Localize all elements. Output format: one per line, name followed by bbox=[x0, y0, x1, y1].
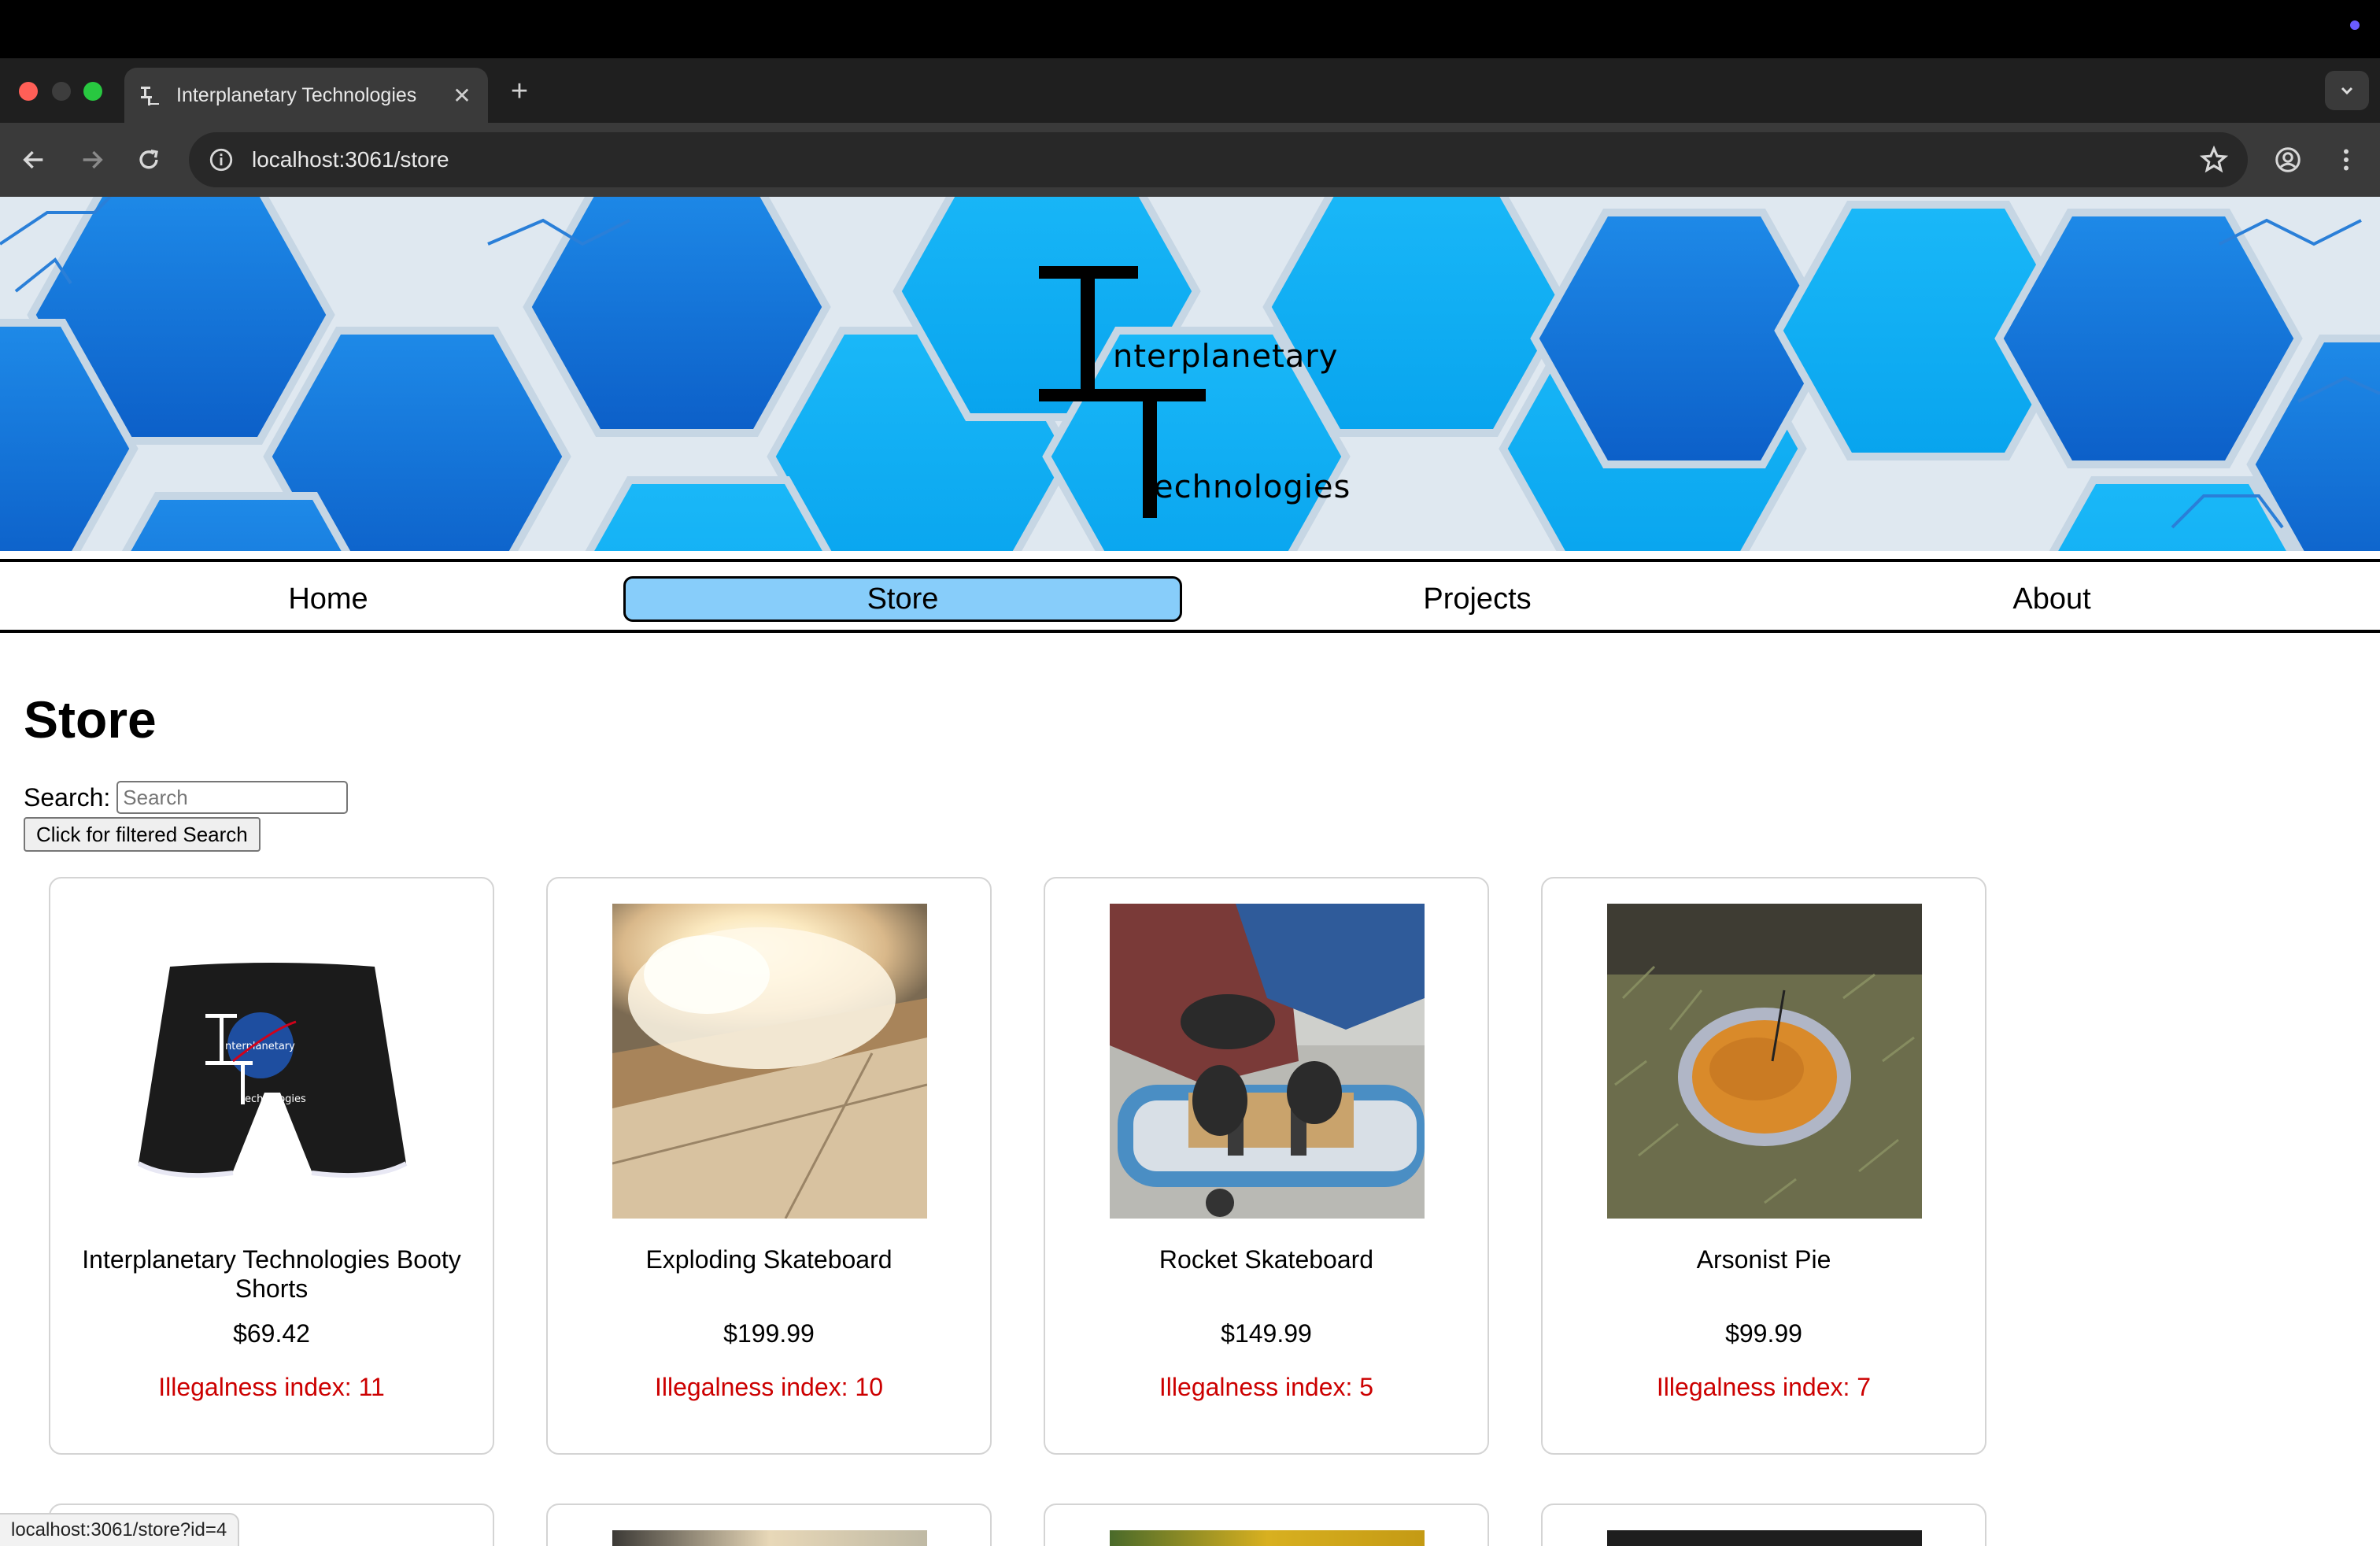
back-button[interactable] bbox=[16, 142, 52, 178]
product-name: Exploding Skateboard bbox=[645, 1245, 893, 1274]
os-menu-bar bbox=[0, 0, 2380, 58]
product-price: $149.99 bbox=[1221, 1319, 1312, 1348]
minimize-window-button[interactable] bbox=[52, 82, 71, 101]
close-tab-icon[interactable]: ✕ bbox=[450, 83, 474, 109]
product-card-partial[interactable] bbox=[1541, 1503, 1986, 1546]
main-navigation: Home Store Projects About bbox=[0, 559, 2380, 633]
product-price: $69.42 bbox=[233, 1319, 310, 1348]
more-vertical-icon bbox=[2344, 149, 2349, 171]
product-image-partial[interactable] bbox=[612, 1530, 927, 1546]
url-text: localhost:3061/store bbox=[252, 147, 449, 172]
link-status-tooltip: localhost:3061/store?id=4 bbox=[0, 1513, 240, 1546]
browser-menu-button[interactable] bbox=[2328, 142, 2364, 178]
site-info-icon[interactable] bbox=[208, 146, 235, 173]
new-tab-button[interactable]: + bbox=[504, 76, 535, 107]
svg-text:nterplanetary: nterplanetary bbox=[225, 1041, 295, 1052]
browser-tabstrip: Interplanetary Technologies ✕ + bbox=[0, 58, 2380, 123]
product-card[interactable]: Exploding Skateboard $199.99 Illegalness… bbox=[546, 877, 992, 1455]
product-image-shorts[interactable]: nterplanetary echnologies bbox=[115, 904, 430, 1219]
product-name: Arsonist Pie bbox=[1696, 1245, 1831, 1274]
product-image-explosion[interactable] bbox=[612, 904, 927, 1219]
reload-button[interactable] bbox=[131, 142, 167, 178]
nav-projects-link[interactable]: Projects bbox=[1198, 576, 1757, 622]
reload-icon bbox=[139, 149, 158, 169]
bookmark-star-icon[interactable] bbox=[2199, 145, 2229, 175]
nav-about-link[interactable]: About bbox=[1772, 576, 2331, 622]
browser-tab[interactable]: Interplanetary Technologies ✕ bbox=[124, 68, 488, 123]
logo-text-technologies: echnologies bbox=[1154, 469, 1351, 505]
product-name: Rocket Skateboard bbox=[1159, 1245, 1374, 1274]
filtered-search-button[interactable]: Click for filtered Search bbox=[24, 817, 261, 852]
profile-button[interactable] bbox=[2270, 142, 2306, 178]
site-logo: nterplanetary echnologies bbox=[1039, 266, 1369, 518]
web-page: nterplanetary echnologies Home Store Pro… bbox=[0, 197, 2380, 1546]
illegalness-index: Illegalness index: 11 bbox=[158, 1373, 385, 1401]
svg-text:echnologies: echnologies bbox=[245, 1093, 306, 1105]
browser-toolbar: localhost:3061/store bbox=[0, 123, 2380, 197]
forward-button[interactable] bbox=[74, 142, 110, 178]
site-favicon-icon bbox=[139, 83, 162, 107]
search-row: Search: bbox=[24, 781, 349, 814]
tab-title: Interplanetary Technologies bbox=[176, 83, 417, 106]
address-bar[interactable]: localhost:3061/store bbox=[189, 132, 2248, 187]
nav-home-link[interactable]: Home bbox=[49, 576, 608, 622]
search-label: Search: bbox=[24, 782, 111, 812]
product-image-rocket-skateboard[interactable] bbox=[1110, 904, 1425, 1219]
illegalness-index: Illegalness index: 5 bbox=[1159, 1373, 1374, 1401]
product-image-partial[interactable] bbox=[1110, 1530, 1425, 1546]
arrow-right-icon bbox=[83, 150, 103, 169]
status-indicator-icon bbox=[2350, 20, 2360, 30]
product-card[interactable]: Rocket Skateboard $149.99 Illegalness in… bbox=[1044, 877, 1489, 1455]
search-input[interactable] bbox=[116, 781, 349, 814]
close-window-button[interactable] bbox=[19, 82, 38, 101]
illegalness-index: Illegalness index: 10 bbox=[655, 1373, 883, 1401]
product-price: $99.99 bbox=[1725, 1319, 1802, 1348]
site-banner: nterplanetary echnologies bbox=[0, 197, 2380, 551]
product-card[interactable]: Arsonist Pie $99.99 Illegalness index: 7 bbox=[1541, 877, 1986, 1455]
page-title: Store bbox=[24, 690, 157, 749]
maximize-window-button[interactable] bbox=[83, 82, 102, 101]
product-card-partial[interactable] bbox=[546, 1503, 992, 1546]
nav-store-link[interactable]: Store bbox=[623, 576, 1182, 622]
illegalness-index: Illegalness index: 7 bbox=[1656, 1373, 1872, 1401]
arrow-left-icon bbox=[23, 150, 43, 169]
profile-icon bbox=[2275, 147, 2301, 172]
product-image-arsonist-pie[interactable] bbox=[1607, 904, 1922, 1219]
product-image-partial[interactable] bbox=[1607, 1530, 1922, 1546]
product-price: $199.99 bbox=[723, 1319, 815, 1348]
product-name: Interplanetary Technologies Booty Shorts bbox=[82, 1245, 461, 1303]
logo-text-interplanetary: nterplanetary bbox=[1113, 338, 1339, 375]
tab-search-button[interactable] bbox=[2325, 71, 2369, 110]
product-card[interactable]: nterplanetary echnologies Interplanetary… bbox=[49, 877, 494, 1455]
product-card-partial[interactable] bbox=[1044, 1503, 1489, 1546]
chevron-down-icon bbox=[2341, 87, 2353, 95]
